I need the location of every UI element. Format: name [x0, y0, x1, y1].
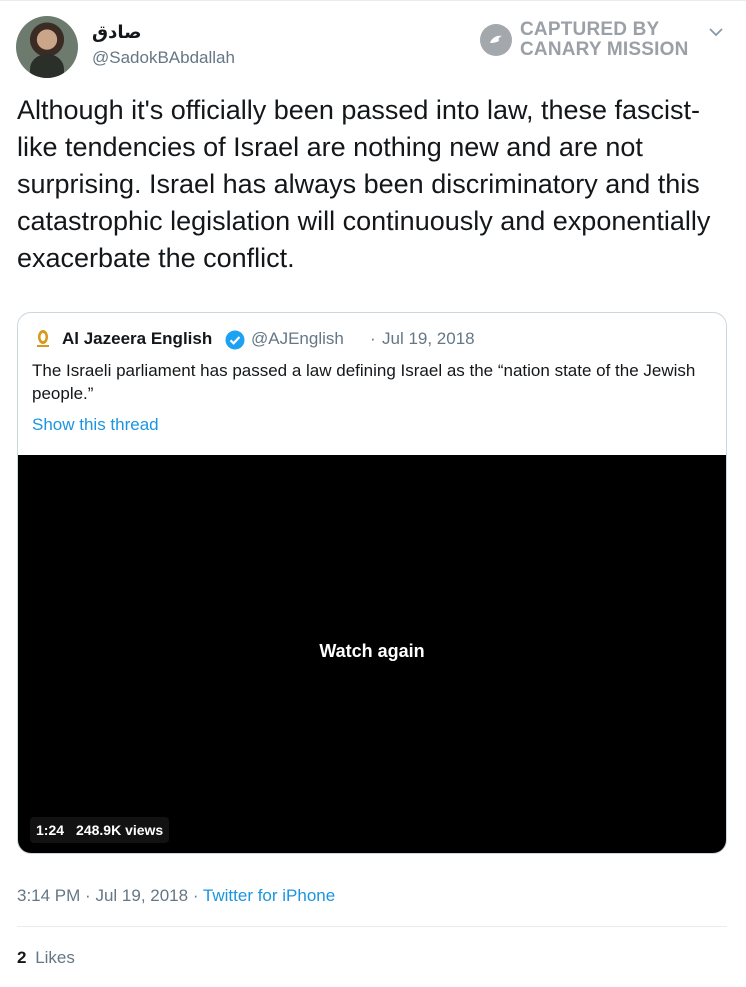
author-display-name[interactable]: صادق: [92, 22, 141, 43]
video-info-badge: 1:24 248.9K views: [30, 817, 170, 843]
show-thread-link[interactable]: Show this thread: [32, 415, 159, 435]
canary-bird-icon: [480, 24, 512, 56]
quoted-tweet[interactable]: Al Jazeera English @AJEnglish · Jul 19, …: [17, 312, 727, 854]
canary-mission-watermark: CAPTURED BY CANARY MISSION: [480, 20, 689, 60]
likes-stat[interactable]: 2 Likes: [17, 948, 75, 968]
quoted-date[interactable]: Jul 19, 2018: [382, 329, 475, 349]
tweet-source-link[interactable]: Twitter for iPhone: [203, 886, 335, 905]
video-duration: 1:24: [36, 822, 65, 838]
tweet-text: Although it's officially been passed int…: [17, 95, 711, 273]
avatar[interactable]: [16, 16, 78, 78]
meta-separator: ·: [85, 886, 91, 905]
likes-label: Likes: [35, 948, 75, 967]
watch-again-button[interactable]: Watch again: [18, 641, 726, 662]
quoted-text: The Israeli parliament has passed a law …: [32, 361, 696, 403]
quoted-separator: ·: [370, 329, 376, 348]
video-player[interactable]: Watch again 1:24 248.9K views: [18, 455, 726, 853]
likes-count: 2: [17, 948, 27, 967]
verified-badge-icon: [225, 330, 245, 350]
meta-separator: ·: [192, 886, 199, 905]
video-views: 248.9K views: [76, 822, 164, 838]
tweet-meta: 3:14 PM · Jul 19, 2018 · Twitter for iPh…: [17, 886, 335, 906]
stats-divider: [17, 926, 727, 927]
quoted-author-name[interactable]: Al Jazeera English: [62, 329, 212, 349]
tweet-time[interactable]: 3:14 PM: [17, 886, 80, 905]
watermark-line-1: CAPTURED BY: [520, 19, 660, 40]
al-jazeera-logo-icon: [37, 330, 49, 347]
top-divider: [0, 0, 746, 1]
watermark-line-2: CANARY MISSION: [520, 39, 689, 60]
quoted-author-handle[interactable]: @AJEnglish: [251, 329, 344, 349]
tweet-date[interactable]: Jul 19, 2018: [95, 886, 188, 905]
author-handle[interactable]: @SadokBAbdallah: [92, 48, 235, 68]
chevron-down-icon[interactable]: [708, 24, 724, 40]
